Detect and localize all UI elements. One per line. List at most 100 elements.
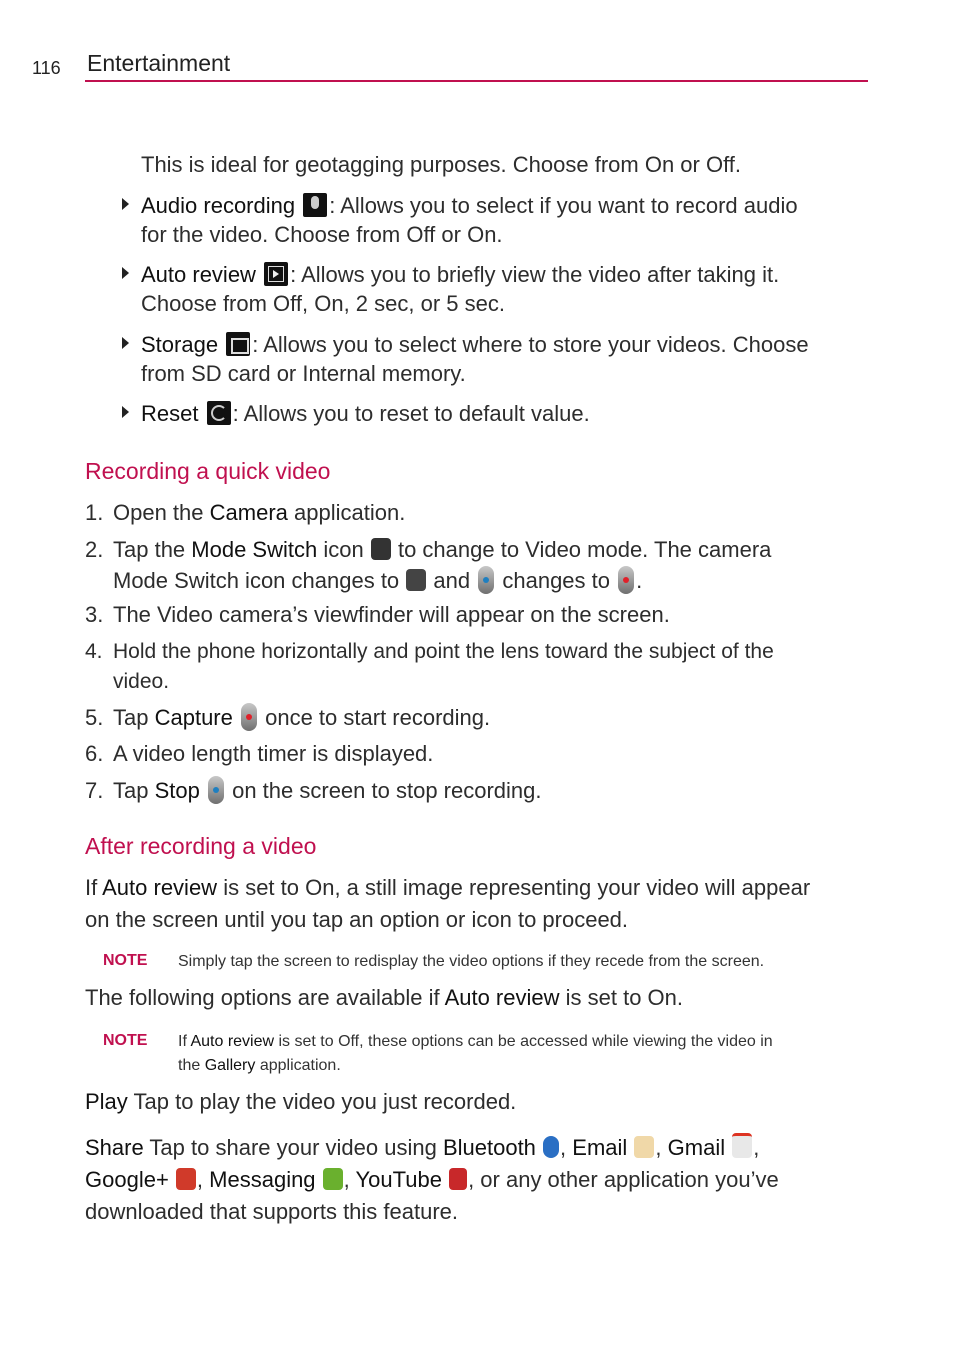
step-text: Hold the phone horizontally and point th… — [113, 640, 774, 663]
setting-label: Auto review — [141, 262, 256, 287]
option-text: Tap to play the video you just recorded. — [127, 1089, 517, 1114]
gmail-icon — [732, 1133, 753, 1158]
step-text: . — [636, 568, 643, 593]
app-name: Bluetooth — [442, 1135, 536, 1160]
step-text: to change to Video mode. The camera — [391, 537, 772, 562]
step-bold: Mode Switch — [191, 537, 318, 562]
note-text: If Auto review is set to Off, these opti… — [178, 1030, 773, 1078]
text: application. — [255, 1057, 341, 1074]
step-number: 6. — [85, 741, 104, 766]
stop-icon — [207, 776, 224, 804]
bullet-icon — [122, 198, 129, 210]
setting-desc: : Allows you to select if you want to re… — [329, 193, 798, 218]
app-name: Gmail — [667, 1135, 726, 1160]
text: The following options are available if — [85, 985, 445, 1010]
intro-line: This is ideal for geotagging purposes. C… — [141, 152, 742, 177]
bold-text: Auto review — [444, 985, 560, 1010]
step-bold: Camera — [209, 500, 288, 525]
messaging-icon — [322, 1168, 343, 1190]
email-icon — [634, 1136, 655, 1158]
text: is set to On, a still image representing… — [217, 875, 811, 900]
note-text: Simply tap the screen to redisplay the v… — [178, 953, 765, 970]
note-label: NOTE — [103, 1032, 148, 1049]
option-text: Tap to share your video using — [143, 1135, 443, 1160]
step-text: icon — [317, 537, 364, 562]
google-plus-icon — [175, 1168, 196, 1190]
share-option: Share Tap to share your video using Blue… — [85, 1133, 779, 1224]
reset-icon — [206, 401, 231, 425]
bold-text: Gallery — [204, 1057, 256, 1074]
setting-audio-recording: Audio recording : Allows you to select i… — [141, 191, 798, 249]
text: on the screen until you tap an option or… — [85, 907, 629, 932]
bold-text: Auto review — [102, 875, 218, 900]
text: If — [85, 875, 103, 900]
step-4: 4. Hold the phone horizontally and point … — [85, 637, 774, 697]
microphone-icon — [303, 193, 328, 217]
step-text: once to start recording. — [259, 705, 491, 730]
sd-card-icon — [226, 332, 251, 356]
setting-storage: Storage : Allows you to select where to … — [141, 330, 809, 388]
setting-desc: : Allows you to briefly view the video a… — [290, 262, 780, 287]
step-number: 5. — [85, 705, 104, 730]
video-mode-icon — [406, 569, 427, 591]
setting-auto-review: Auto review : Allows you to briefly view… — [141, 260, 779, 318]
option-text: downloaded that supports this feature. — [85, 1199, 459, 1224]
bullet-icon — [122, 406, 129, 418]
setting-label: Storage — [141, 332, 219, 357]
options-paragraph: The following options are available if A… — [85, 983, 683, 1012]
step-text: changes to — [496, 568, 610, 593]
step-1: 1. Open the Camera application. — [85, 498, 405, 527]
app-name: Email — [572, 1135, 628, 1160]
setting-desc-2: for the video. Choose from Off or On. — [141, 222, 503, 247]
youtube-icon — [449, 1168, 468, 1190]
app-name: Messaging — [209, 1167, 316, 1192]
setting-label: Audio recording — [141, 193, 296, 218]
camera-mode-icon — [370, 538, 391, 560]
step-text: on the screen to stop recording. — [225, 778, 542, 803]
text: the — [178, 1057, 205, 1074]
step-6: 6. A video length timer is displayed. — [85, 739, 433, 768]
step-number: 3. — [85, 602, 104, 627]
setting-label: Reset — [141, 401, 199, 426]
text: If — [178, 1033, 191, 1050]
capture-red-icon — [618, 566, 635, 594]
step-2: 2. Tap the Mode Switch icon to change to … — [85, 534, 771, 596]
capture-icon — [241, 703, 257, 731]
step-7: 7. Tap Stop on the screen to stop recordi… — [85, 776, 542, 805]
setting-desc-2: Choose from Off, On, 2 sec, or 5 sec. — [141, 291, 505, 316]
step-text: Mode Switch icon changes to — [113, 568, 400, 593]
option-label: Share — [85, 1135, 144, 1160]
setting-desc-2: from SD card or Internal memory. — [141, 361, 466, 386]
step-number: 2. — [85, 537, 104, 562]
step-text: The Video camera’s viewfinder will appea… — [113, 602, 670, 627]
step-text: Tap — [113, 705, 155, 730]
header-rule — [85, 80, 868, 82]
step-number: 1. — [85, 500, 104, 525]
after-heading: After recording a video — [85, 833, 317, 859]
setting-reset: Reset : Allows you to reset to default v… — [141, 399, 590, 428]
setting-desc: : Allows you to reset to default value. — [232, 401, 590, 426]
note-label: NOTE — [103, 952, 148, 969]
page-number: 116 — [32, 58, 61, 78]
step-text: Tap — [113, 778, 155, 803]
play-option: Play Tap to play the video you just reco… — [85, 1087, 516, 1116]
play-icon — [264, 262, 289, 286]
step-number: 7. — [85, 778, 104, 803]
option-label: Play — [85, 1089, 128, 1114]
text: is set to Off, these options can be acce… — [274, 1033, 773, 1050]
after-paragraph: If Auto review is set to On, a still ima… — [85, 872, 810, 936]
app-name: Google+ — [85, 1167, 169, 1192]
step-5: 5. Tap Capture once to start recording. — [85, 703, 490, 732]
step-text: Open the — [113, 500, 210, 525]
bullet-icon — [122, 267, 129, 279]
bluetooth-icon — [543, 1136, 560, 1158]
recording-heading: Recording a quick video — [85, 458, 331, 484]
step-bold: Capture — [154, 705, 233, 730]
capture-blue-icon — [478, 566, 495, 594]
bullet-icon — [122, 337, 129, 349]
step-text: Tap the — [113, 537, 192, 562]
option-text: , or any other application you’ve — [468, 1167, 779, 1192]
step-3: 3. The Video camera’s viewfinder will app… — [85, 600, 670, 629]
step-bold: Stop — [154, 778, 200, 803]
section-title: Entertainment — [87, 50, 231, 76]
